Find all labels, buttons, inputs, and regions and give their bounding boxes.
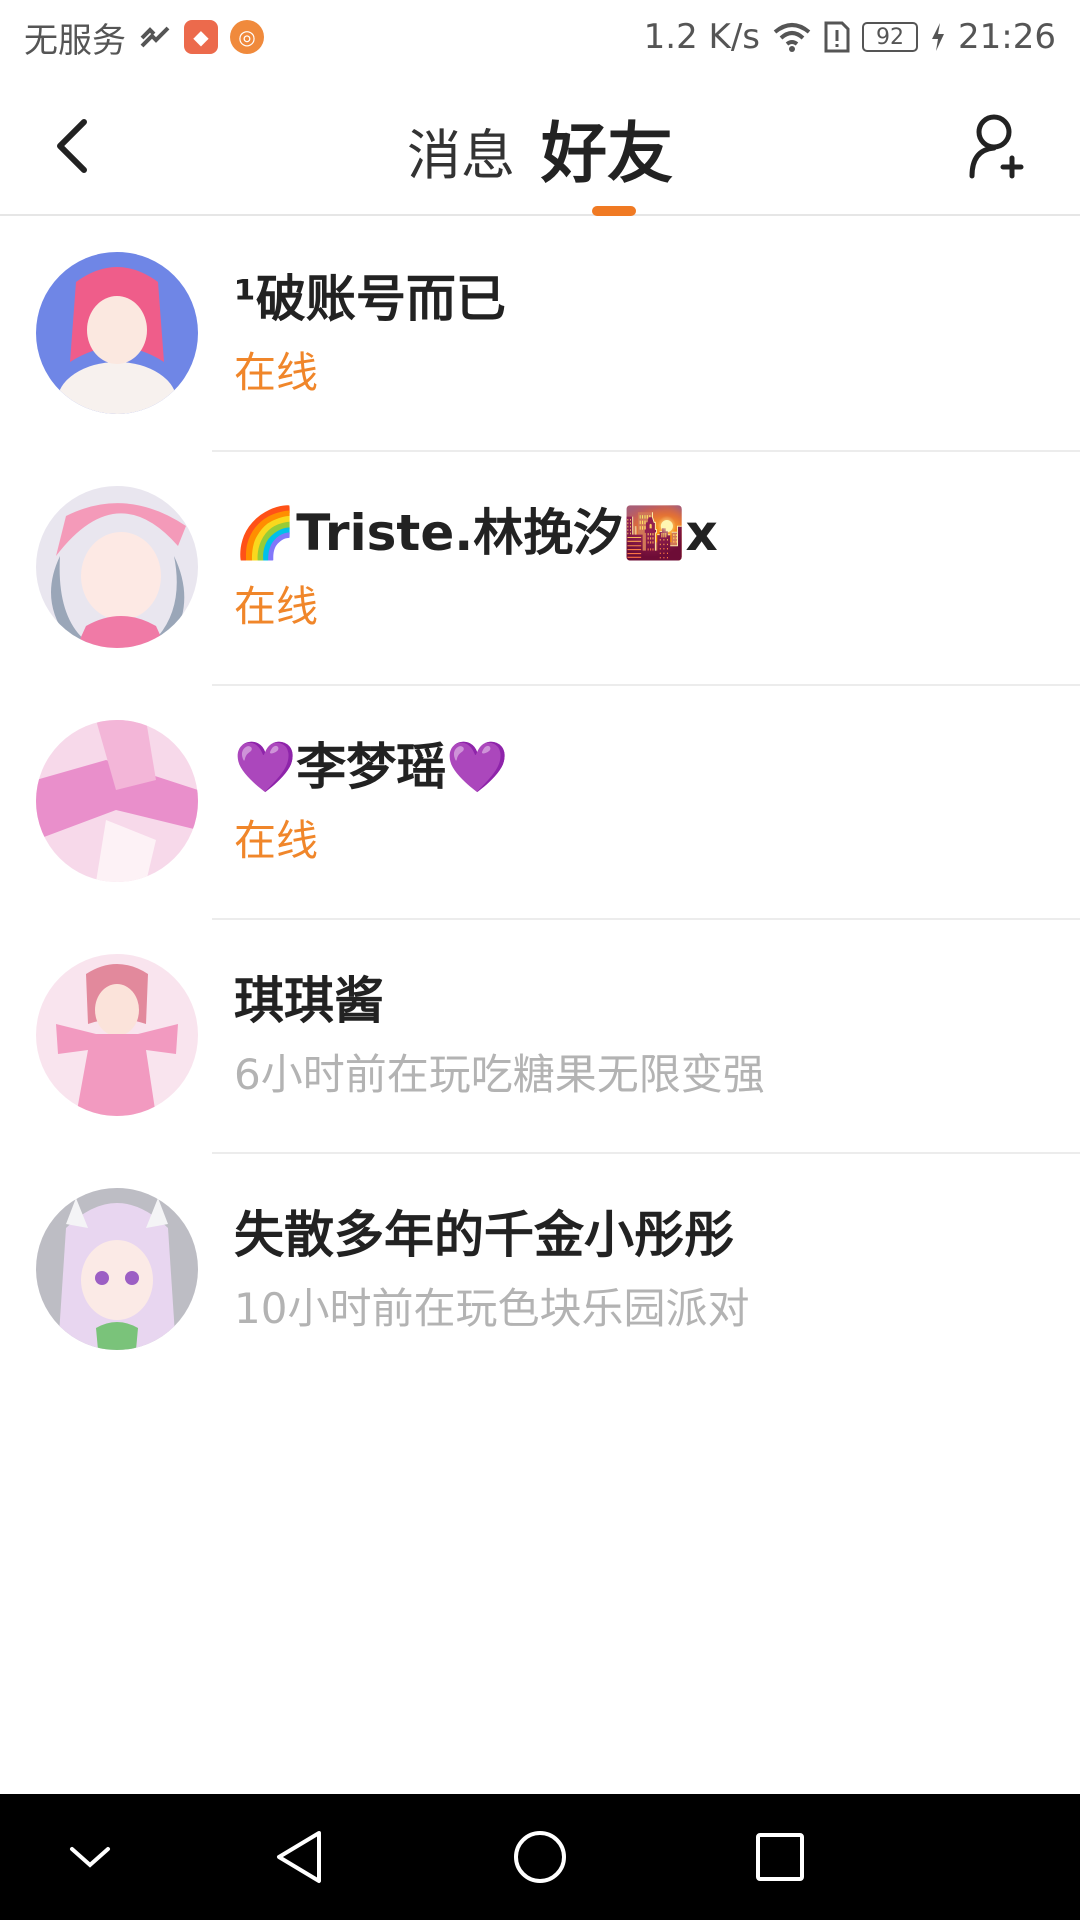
avatar[interactable] <box>36 720 198 882</box>
friend-info: 琪琪酱 6小时前在玩吃糖果无限变强 <box>234 966 1040 1104</box>
carrier-label: 无服务 <box>24 20 126 61</box>
home-circle-icon <box>514 1831 566 1883</box>
add-user-icon <box>969 114 1024 179</box>
sim-alert-icon <box>824 21 850 53</box>
friend-name: 🌈Triste.林挽汐🌇x <box>234 504 718 562</box>
avatar-image <box>36 720 198 882</box>
friend-status: 在线 <box>234 816 319 865</box>
tab-messages[interactable]: 消息 <box>407 111 515 196</box>
friend-list-item[interactable]: 失散多年的千金小彤彤 10小时前在玩色块乐园派对 <box>0 1154 1080 1388</box>
friend-list: ¹破账号而已 在线 🌈Triste.林挽汐🌇x 在线 💜李梦瑶💜 在线 琪琪酱 … <box>0 218 1080 1388</box>
avatar[interactable] <box>36 486 198 648</box>
status-right: 1.2 K/s 92 21:26 <box>644 17 1056 57</box>
avatar-image <box>36 252 198 414</box>
friend-list-item[interactable]: 💜李梦瑶💜 在线 <box>0 686 1080 920</box>
friend-info: 🌈Triste.林挽汐🌇x 在线 <box>234 498 1040 636</box>
friends-screen: 无服务 ◆ ◎ 1.2 K/s 92 21:26 消息 好友 ¹破账号而已 在线… <box>0 0 1080 1920</box>
avatar-image <box>36 1188 198 1350</box>
friend-status: 10小时前在玩色块乐园派对 <box>234 1284 750 1333</box>
system-navigation-bar <box>0 1794 1080 1920</box>
battery-indicator: 92 <box>862 22 919 52</box>
status-left: 无服务 ◆ ◎ <box>24 13 264 62</box>
friend-status: 在线 <box>234 582 319 631</box>
friend-list-item[interactable]: 琪琪酱 6小时前在玩吃糖果无限变强 <box>0 920 1080 1154</box>
charging-icon <box>932 23 945 51</box>
friend-info: 失散多年的千金小彤彤 10小时前在玩色块乐园派对 <box>234 1200 1040 1338</box>
friend-status: 6小时前在玩吃糖果无限变强 <box>234 1050 765 1099</box>
friend-status: 在线 <box>234 348 319 397</box>
nav-recents-button[interactable] <box>745 1822 815 1892</box>
nav-back-button[interactable] <box>264 1822 334 1892</box>
notification-app-icon: ◆ <box>184 20 218 54</box>
friend-info: ¹破账号而已 在线 <box>234 264 1040 402</box>
avatar[interactable] <box>36 954 198 1116</box>
friend-name: 琪琪酱 <box>234 972 384 1030</box>
tab-bar: 消息 好友 <box>0 100 1080 196</box>
clock: 21:26 <box>958 17 1056 57</box>
friend-list-item[interactable]: 🌈Triste.林挽汐🌇x 在线 <box>0 452 1080 686</box>
tab-friends[interactable]: 好友 <box>541 100 673 196</box>
avatar-image <box>36 486 198 648</box>
friend-name: 💜李梦瑶💜 <box>234 738 509 796</box>
avatar[interactable] <box>36 252 198 414</box>
back-triangle-icon <box>277 1831 321 1883</box>
friend-info: 💜李梦瑶💜 在线 <box>234 732 1040 870</box>
status-bar: 无服务 ◆ ◎ 1.2 K/s 92 21:26 <box>0 0 1080 74</box>
network-speed: 1.2 K/s <box>643 17 761 57</box>
wifi-icon <box>773 23 811 52</box>
active-tab-indicator <box>592 206 636 216</box>
avatar[interactable] <box>36 1188 198 1350</box>
add-friend-button[interactable] <box>962 110 1034 182</box>
avatar-image <box>36 954 198 1116</box>
recents-square-icon <box>756 1833 804 1881</box>
signal-icon <box>140 26 170 48</box>
chevron-down-icon <box>70 1847 110 1868</box>
friend-list-item[interactable]: ¹破账号而已 在线 <box>0 218 1080 452</box>
friend-name: 失散多年的千金小彤彤 <box>234 1206 734 1264</box>
nav-home-button[interactable] <box>505 1822 575 1892</box>
friend-name: ¹破账号而已 <box>234 270 506 328</box>
hide-nav-button[interactable] <box>55 1822 125 1892</box>
top-header: 消息 好友 <box>0 74 1080 216</box>
notification-app-icon: ◎ <box>230 20 264 54</box>
